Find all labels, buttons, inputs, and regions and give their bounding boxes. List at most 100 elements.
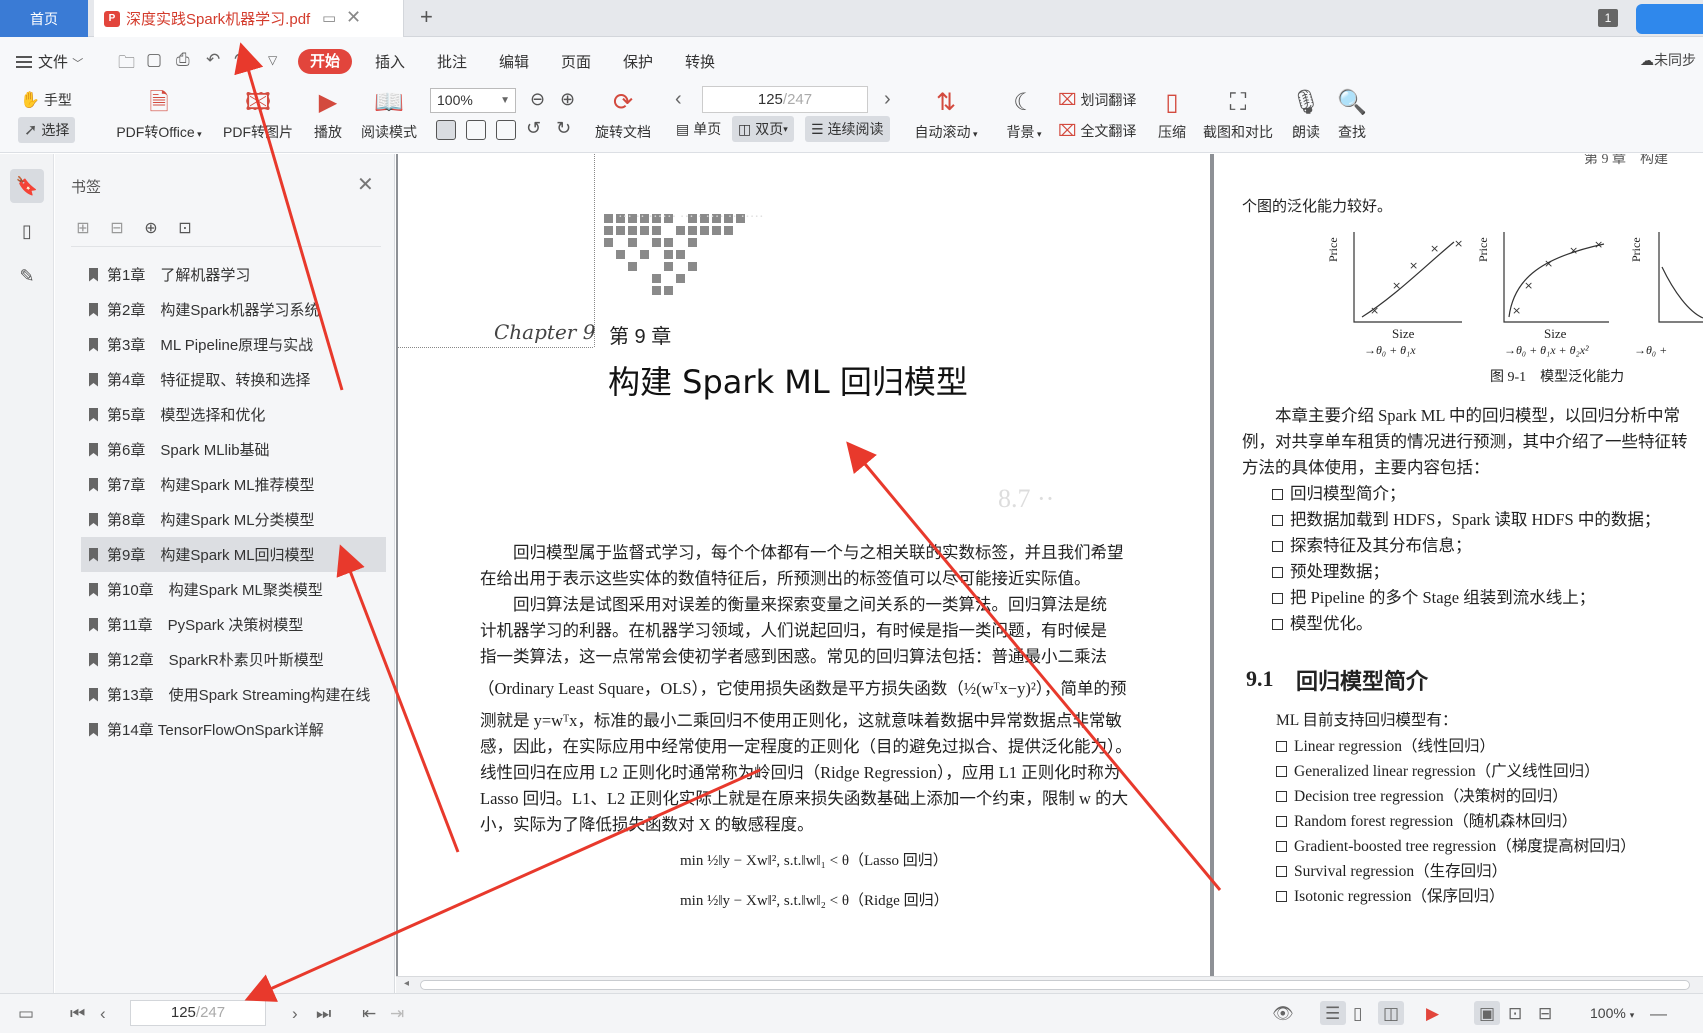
bookmark-item-selected[interactable]: 第9章 构建Spark ML回归模型 bbox=[81, 537, 386, 572]
scrollbar-thumb[interactable] bbox=[420, 980, 1690, 990]
bookmark-item[interactable]: 第6章 Spark MLlib基础 bbox=[81, 432, 441, 467]
read-aloud-button[interactable]: 🎙 朗读 bbox=[1286, 88, 1326, 142]
chapter-decoration-pattern bbox=[604, 214, 745, 295]
forward-icon[interactable]: ⇥ bbox=[390, 1004, 404, 1024]
next-page-icon[interactable]: › bbox=[292, 1004, 298, 1024]
background-button[interactable]: ☾ 背景 ▾ bbox=[1000, 88, 1048, 142]
bookmark-item[interactable]: 第11章 PySpark 决策树模型 bbox=[81, 607, 441, 642]
menu-convert[interactable]: 转换 bbox=[685, 51, 715, 72]
fit-width-icon[interactable]: ⊟ bbox=[1538, 1004, 1552, 1024]
first-page-icon[interactable]: ⏮ bbox=[70, 1004, 85, 1024]
full-translate-button[interactable]: ⌧ 全文翻译 bbox=[1058, 121, 1136, 141]
bookmark-item[interactable]: 第2章 构建Spark机器学习系统 bbox=[81, 292, 441, 327]
actual-size-icon[interactable] bbox=[436, 120, 456, 140]
zoom-out-icon[interactable]: — bbox=[1650, 1004, 1667, 1024]
window-count-badge[interactable]: 1 bbox=[1598, 9, 1618, 27]
status-page-input[interactable]: 125/247 bbox=[130, 1000, 266, 1026]
pin-icon[interactable]: ▭ bbox=[322, 9, 336, 27]
pdf-to-image-button[interactable]: 🖾 PDF转图片 bbox=[218, 88, 298, 142]
checkbox-bullet-icon bbox=[1272, 515, 1283, 526]
menu-start[interactable]: 开始 bbox=[298, 49, 352, 74]
bookmark-item[interactable]: 第13章 使用Spark Streaming构建在线 bbox=[81, 677, 441, 712]
last-page-icon[interactable]: ⏭ bbox=[316, 1004, 331, 1024]
screenshot-compare-button[interactable]: ⛶ 截图和对比 bbox=[1196, 88, 1280, 142]
document-view[interactable]: Chapter 9 第 9 章 构建 Spark ML 回归模型 ··· ·· … bbox=[396, 154, 1703, 976]
prev-page-icon[interactable]: ‹ bbox=[100, 1004, 106, 1024]
prev-page-icon[interactable]: ‹ bbox=[675, 88, 682, 111]
svg-text:×: × bbox=[1409, 259, 1418, 272]
section-lead: ML 目前支持回归模型有： bbox=[1276, 712, 1458, 729]
fit-page-icon[interactable] bbox=[466, 120, 486, 140]
add-bookmark-icon[interactable]: ⊕ bbox=[141, 218, 161, 238]
menu-edit[interactable]: 编辑 bbox=[499, 51, 529, 72]
bullet-item: 探索特征及其分布信息； bbox=[1272, 532, 1472, 556]
bookmark-item[interactable]: 第3章 ML Pipeline原理与实战 bbox=[81, 327, 441, 362]
cloud-sync-status[interactable]: ☁未同步 bbox=[1640, 50, 1696, 70]
hand-tool-button[interactable]: ✋ 手型 bbox=[20, 90, 72, 110]
rotate-left-icon[interactable]: ↺ bbox=[526, 118, 541, 139]
bookmark-icon[interactable]: ⊡ bbox=[175, 218, 195, 238]
find-button[interactable]: 🔍 查找 bbox=[1332, 88, 1372, 142]
single-page-view-icon[interactable]: ▯ bbox=[1353, 1004, 1362, 1024]
menu-page[interactable]: 页面 bbox=[561, 51, 591, 72]
thumbnail-panel-icon[interactable]: ▯ bbox=[10, 214, 44, 248]
open-folder-icon[interactable]: 🗀 bbox=[118, 50, 135, 79]
horizontal-scrollbar[interactable]: ◂ bbox=[396, 976, 1703, 993]
bookmark-item[interactable]: 第14章 TensorFlowOnSpark详解 bbox=[81, 712, 441, 747]
zoom-out-icon[interactable]: ⊖ bbox=[530, 89, 545, 110]
fit-page-icon[interactable]: ⊡ bbox=[1508, 1004, 1522, 1024]
play-button[interactable]: ▶ 播放 bbox=[306, 88, 350, 142]
tab-home[interactable]: 首页 bbox=[0, 0, 88, 37]
toggle-sidebar-icon[interactable]: ▭ bbox=[18, 1004, 34, 1024]
find-label: 查找 bbox=[1338, 124, 1366, 140]
print-icon[interactable]: ⎙ bbox=[176, 50, 190, 70]
play-icon[interactable]: ▶ bbox=[1426, 1004, 1439, 1024]
bookmark-item[interactable]: 第4章 特征提取、转换和选择 bbox=[81, 362, 441, 397]
single-page-button[interactable]: ▤ 单页 bbox=[670, 116, 727, 142]
back-icon[interactable]: ⇤ bbox=[362, 1004, 376, 1024]
next-page-icon[interactable]: › bbox=[884, 88, 891, 111]
collapse-all-icon[interactable]: ⊟ bbox=[107, 218, 127, 238]
read-mode-button[interactable]: 📖 阅读模式 bbox=[354, 88, 424, 142]
menu-annotate[interactable]: 批注 bbox=[437, 51, 467, 72]
bookmark-item[interactable]: 第12章 SparkR朴素贝叶斯模型 bbox=[81, 642, 441, 677]
save-icon[interactable]: ▢ bbox=[146, 50, 162, 70]
undo-icon[interactable]: ↶ bbox=[206, 50, 220, 70]
eye-protection-icon[interactable]: 👁 bbox=[1272, 1004, 1294, 1024]
close-tab-icon[interactable]: ✕ bbox=[346, 7, 361, 28]
zoom-in-icon[interactable]: ⊕ bbox=[560, 89, 575, 110]
quick-access-dropdown-icon[interactable]: ▽ bbox=[268, 53, 277, 67]
bookmark-item[interactable]: 第7章 构建Spark ML推荐模型 bbox=[81, 467, 441, 502]
double-page-button[interactable]: ◫ 双页 ▾ bbox=[732, 116, 794, 142]
pdf-to-office-button[interactable]: 🗎 PDF转Office ▾ bbox=[104, 88, 214, 142]
bookmark-panel-icon[interactable]: 🔖 bbox=[10, 169, 44, 203]
cloud-account-button[interactable] bbox=[1636, 4, 1703, 34]
bookmark-item[interactable]: 第5章 模型选择和优化 bbox=[81, 397, 441, 432]
menu-insert[interactable]: 插入 bbox=[375, 51, 405, 72]
bookmark-item[interactable]: 第1章 了解机器学习 bbox=[81, 257, 441, 292]
select-tool-button[interactable]: ➚ 选择 bbox=[18, 117, 76, 143]
menu-file[interactable]: 文件 ﹀ bbox=[16, 51, 83, 72]
expand-all-icon[interactable]: ⊞ bbox=[73, 218, 93, 238]
new-tab-button[interactable]: + bbox=[420, 4, 433, 30]
zoom-select[interactable]: 100% ▼ bbox=[430, 88, 516, 113]
close-icon[interactable]: ✕ bbox=[357, 172, 374, 197]
redo-icon[interactable]: ↷ bbox=[234, 50, 248, 70]
scroll-left-icon[interactable]: ◂ bbox=[404, 978, 409, 989]
fit-width-icon[interactable] bbox=[496, 120, 516, 140]
rotate-right-icon[interactable]: ↻ bbox=[556, 118, 571, 139]
auto-scroll-button[interactable]: ⇅ 自动滚动 ▾ bbox=[908, 88, 984, 142]
menu-protect[interactable]: 保护 bbox=[623, 51, 653, 72]
bookmark-list: 第1章 了解机器学习 第2章 构建Spark机器学习系统 第3章 ML Pipe… bbox=[81, 257, 441, 747]
model-text: Decision tree regression（决策树的回归） bbox=[1294, 788, 1568, 805]
bookmark-item[interactable]: 第8章 构建Spark ML分类模型 bbox=[81, 502, 441, 537]
compress-button[interactable]: ▯ 压缩 bbox=[1152, 88, 1192, 142]
rotate-document-button[interactable]: ⟳ 旋转文档 bbox=[590, 88, 656, 142]
status-zoom[interactable]: 100% ▾ bbox=[1590, 1005, 1634, 1021]
continuous-read-button[interactable]: ☰ 连续阅读 bbox=[805, 116, 890, 142]
signature-panel-icon[interactable]: ✎ bbox=[10, 259, 44, 293]
page-number-input[interactable]: 125/247 bbox=[702, 86, 868, 113]
word-translate-button[interactable]: ⌧ 划词翻译 bbox=[1058, 90, 1136, 110]
bookmark-item[interactable]: 第10章 构建Spark ML聚类模型 bbox=[81, 572, 441, 607]
tab-document[interactable]: P 深度实践Spark机器学习.pdf ▭ ✕ bbox=[94, 0, 404, 37]
